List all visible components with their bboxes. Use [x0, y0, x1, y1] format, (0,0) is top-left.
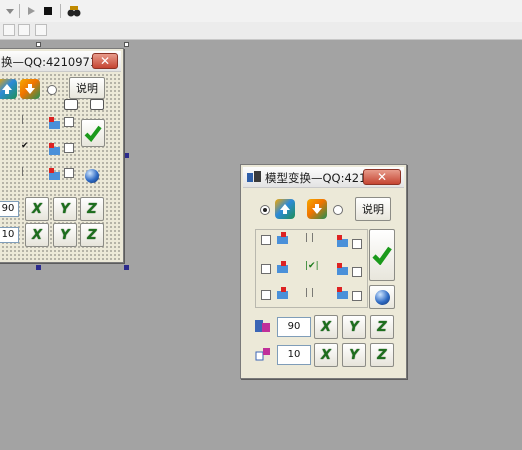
help-button[interactable]: 说明 [69, 77, 105, 99]
radio-option[interactable] [47, 85, 57, 95]
mark-2: |✔| [305, 261, 319, 271]
mark-3: | | [305, 288, 314, 298]
rotate-angle-icon [255, 319, 271, 333]
add-object-icon [47, 168, 63, 182]
angle-field[interactable]: 90 [277, 317, 311, 337]
add-object-icon [335, 287, 351, 301]
window-title: 模型变换—QQ:421... [265, 171, 378, 185]
rotate-z-button[interactable]: Z [370, 315, 394, 339]
resize-handle[interactable] [124, 265, 129, 270]
dropdown-arrow-icon[interactable] [2, 3, 18, 19]
check-mark: ✔ [21, 141, 29, 151]
app-icon [247, 171, 261, 182]
move-z-button[interactable]: Z [80, 223, 104, 247]
checkbox[interactable] [64, 117, 74, 127]
resize-handle[interactable] [36, 42, 41, 47]
rotate-x-button[interactable]: X [314, 315, 338, 339]
angle-field[interactable]: 90 [0, 201, 19, 217]
design-window: 换—QQ:42109713... ✕ 说明 | ✔ | 90 10 X Y Z … [0, 48, 124, 263]
move-step-icon [255, 348, 271, 362]
apply-button[interactable] [81, 119, 105, 147]
close-button[interactable]: ✕ [363, 169, 401, 185]
step-field[interactable]: 10 [277, 345, 311, 365]
align-left-icon[interactable] [3, 24, 15, 36]
run-icon[interactable] [23, 3, 39, 19]
add-object-icon [275, 261, 291, 275]
move-z-button[interactable]: Z [370, 343, 394, 367]
speech-bubble-icon [64, 99, 78, 110]
rotate-y-button[interactable]: Y [53, 197, 77, 221]
move-x-button[interactable]: X [25, 223, 49, 247]
toolbar-separator [60, 4, 61, 18]
down-arrow-icon[interactable] [20, 79, 40, 99]
toolbar-separator [19, 4, 20, 18]
design-titlebar[interactable]: 换—QQ:42109713... ✕ [0, 51, 121, 72]
rotate-z-button[interactable]: Z [80, 197, 104, 221]
separator-mark: | [21, 167, 25, 177]
resize-handle[interactable] [124, 42, 129, 47]
help-button[interactable]: 说明 [355, 197, 391, 221]
separator-mark: | [21, 115, 25, 125]
move-y-button[interactable]: Y [342, 343, 366, 367]
add-object-icon [335, 263, 351, 277]
render-sphere-icon[interactable] [85, 169, 99, 183]
radio-up[interactable] [260, 205, 270, 215]
move-y-button[interactable]: Y [53, 223, 77, 247]
checkbox[interactable] [64, 143, 74, 153]
add-object-icon [275, 232, 291, 246]
mark-1: | | [305, 233, 314, 243]
add-object-icon [47, 117, 63, 131]
up-arrow-icon[interactable] [0, 79, 17, 99]
add-object-icon [335, 235, 351, 249]
add-object-icon [47, 143, 63, 157]
down-arrow-icon[interactable] [307, 199, 327, 219]
rotate-x-button[interactable]: X [25, 197, 49, 221]
step-field[interactable]: 10 [0, 227, 19, 243]
render-button[interactable] [369, 285, 395, 309]
rotate-y-button[interactable]: Y [342, 315, 366, 339]
stop-icon[interactable] [40, 3, 56, 19]
checkbox-5[interactable] [261, 290, 271, 300]
resize-handle[interactable] [36, 265, 41, 270]
checkbox-2[interactable] [352, 239, 362, 249]
checkbox-3[interactable] [261, 264, 271, 274]
move-x-button[interactable]: X [314, 343, 338, 367]
preview-titlebar[interactable]: 模型变换—QQ:421... ✕ [243, 167, 404, 188]
radio-down[interactable] [333, 205, 343, 215]
checkbox-4[interactable] [352, 267, 362, 277]
checkbox-1[interactable] [261, 235, 271, 245]
align-vcenter-icon[interactable] [18, 24, 30, 36]
align-grid-icon[interactable] [35, 24, 47, 36]
resize-handle[interactable] [124, 153, 129, 158]
up-arrow-icon[interactable] [275, 199, 295, 219]
preview-window: 模型变换—QQ:421... ✕ 说明 | | |✔| | | 90 X Y Z… [240, 164, 407, 379]
find-icon[interactable] [66, 3, 82, 19]
sphere-icon [374, 289, 390, 305]
layout-toolbar [0, 22, 522, 40]
add-object-icon [275, 287, 291, 301]
speech-bubble-icon [90, 99, 104, 110]
checkbox[interactable] [64, 168, 74, 178]
toolbar [0, 0, 522, 22]
apply-button[interactable] [369, 229, 395, 281]
close-button[interactable]: ✕ [92, 53, 118, 69]
checkbox-6[interactable] [352, 291, 362, 301]
